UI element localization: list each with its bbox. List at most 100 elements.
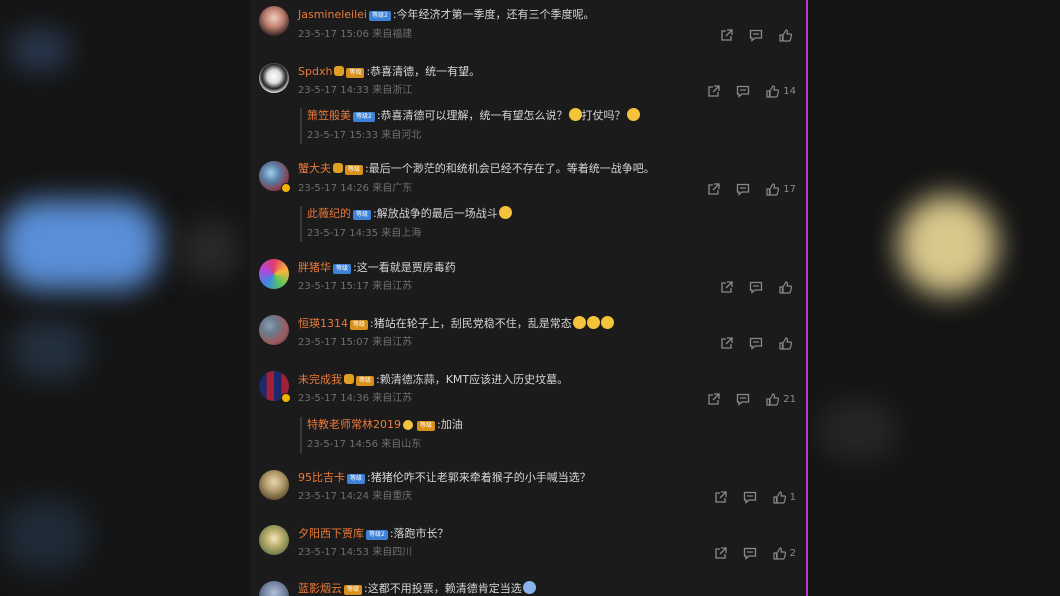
comment-meta: 23-5-17 14:36 来自江苏 [298, 393, 413, 404]
comment-meta: 23-5-17 15:17 来自江苏 [298, 281, 413, 292]
reply-button[interactable] [749, 281, 763, 294]
blurred-background-left [0, 0, 250, 596]
level-badge: 等级 [353, 210, 372, 220]
thumbs-up-icon [779, 28, 792, 42]
share-button[interactable] [714, 490, 727, 504]
username[interactable]: Spdxh [298, 65, 332, 78]
reply-button[interactable] [743, 491, 757, 504]
avatar[interactable] [259, 63, 289, 93]
comment-item: Spdxh 等级:恭喜清德，统一有望。 23-5-17 14:33 来自浙江 14… [250, 56, 806, 156]
avatar[interactable] [259, 315, 289, 345]
reply-meta: 23-5-17 15:33 来自河北 [307, 130, 422, 141]
share-icon [721, 280, 733, 293]
avatar[interactable] [259, 259, 289, 289]
comment-meta: 23-5-17 14:26 来自广东 [298, 183, 413, 194]
laugh-emoji-icon [600, 316, 614, 329]
reply-username[interactable]: 特教老师常林2019 [307, 418, 401, 431]
reply-bar [300, 417, 302, 453]
reply-username[interactable]: 此薇纪的 [307, 207, 351, 220]
username[interactable]: 蓝影烟云 [298, 582, 342, 595]
comment-meta: 23-5-17 15:06 来自福建 [298, 29, 413, 40]
comment-text: :今年经济才第一季度，还有三个季度呢。 [392, 8, 595, 21]
thumbs-up-icon [766, 182, 780, 196]
comment-meta: 23-5-17 14:33 来自浙江 [298, 85, 413, 96]
comment-text: :落跑市长？ [389, 527, 449, 540]
reply-button[interactable] [743, 547, 757, 560]
username[interactable]: Jasmineleilei [298, 8, 367, 21]
share-button[interactable] [720, 336, 733, 350]
comment-actions [720, 27, 796, 43]
smile-emoji-icon [626, 108, 640, 121]
reply-text: :恭喜清德可以理解，统一有望怎么说？ [376, 109, 568, 122]
level-badge: 等级2 [353, 112, 375, 122]
share-button[interactable] [707, 182, 720, 196]
comment-meta: 23-5-17 14:53 来自四川 [298, 547, 413, 558]
avatar[interactable] [259, 470, 289, 500]
comment-line: 95比吉卡 等级:猪猪伦咋不让老郭来牵着猴子的小手喊当选？ [298, 470, 591, 486]
comment-icon [743, 547, 756, 560]
comment-item: 恒瑛1314 等级:猪站在轮子上，刮民党稳不住，乱是常态 23-5-17 15:0… [250, 312, 806, 368]
share-icon [708, 84, 720, 97]
like-button[interactable]: 21 [766, 392, 796, 406]
username[interactable]: 胖猪华 [298, 261, 331, 274]
reply-username[interactable]: 箫笠般美 [307, 109, 351, 122]
share-button[interactable] [714, 546, 727, 560]
reply-button[interactable] [736, 183, 750, 196]
username[interactable]: 95比吉卡 [298, 471, 345, 484]
like-button[interactable] [779, 336, 796, 350]
share-button[interactable] [720, 280, 733, 294]
comment-text: :猪猪伦咋不让老郭来牵着猴子的小手喊当选？ [367, 471, 591, 484]
share-button[interactable] [720, 28, 733, 42]
avatar[interactable] [259, 525, 289, 555]
like-button[interactable]: 14 [766, 84, 796, 98]
thumbs-up-icon [779, 280, 792, 294]
share-button[interactable] [707, 84, 720, 98]
emoji-icon [522, 581, 536, 594]
comment-line: 恒瑛1314 等级:猪站在轮子上，刮民党稳不住，乱是常态 [298, 316, 614, 332]
share-button[interactable] [707, 392, 720, 406]
reply-button[interactable] [749, 29, 763, 42]
comment-actions [720, 335, 796, 351]
comment-text: :恭喜清德，统一有望。 [366, 65, 481, 78]
comment-text: :这一看就是贾房毒药 [353, 261, 456, 274]
like-button[interactable]: 1 [773, 490, 796, 504]
like-button[interactable] [779, 280, 796, 294]
comment-icon [749, 281, 763, 294]
blurred-background-right [808, 0, 1060, 596]
level-badge: 等级 [347, 474, 366, 484]
reply-line: 特教老师常林2019 等级:加油 [307, 417, 463, 433]
laugh-emoji-icon [572, 316, 586, 329]
comment-line: Jasmineleilei 等级2:今年经济才第一季度，还有三个季度呢。 [298, 7, 595, 23]
level-badge: 等级 [333, 264, 352, 274]
like-button[interactable] [779, 28, 796, 42]
comment-text: :这都不用投票，赖清德肯定当选 [364, 582, 522, 595]
avatar[interactable] [259, 581, 289, 596]
thumbs-up-icon [766, 392, 780, 406]
level-badge: 等级 [350, 320, 369, 330]
username[interactable]: 恒瑛1314 [298, 317, 348, 330]
reply-button[interactable] [736, 85, 750, 98]
like-button[interactable]: 2 [773, 546, 796, 560]
comment-icon [749, 29, 763, 42]
like-button[interactable]: 17 [766, 182, 796, 196]
username[interactable]: 夕阳西下贾库 [298, 527, 364, 540]
reply-button[interactable] [736, 393, 750, 406]
comment-actions: 21 [707, 391, 796, 407]
comment-line: 蓝影烟云 等级:这都不用投票，赖清德肯定当选 [298, 581, 536, 596]
avatar[interactable] [259, 6, 289, 36]
cat-emoji-icon [498, 206, 512, 219]
comment-icon [749, 337, 763, 350]
reply-meta: 23-5-17 14:35 来自上海 [307, 228, 422, 239]
level-badge: 等级 [344, 585, 363, 595]
like-count: 21 [783, 393, 796, 405]
username[interactable]: 未完成我 [298, 373, 342, 386]
comment-actions: 2 [714, 545, 796, 561]
username[interactable]: 蟹大夫 [298, 162, 331, 175]
reply-line: 箫笠般美 等级2:恭喜清德可以理解，统一有望怎么说？ 打仗吗？ [307, 108, 640, 124]
reply-button[interactable] [749, 337, 763, 350]
level-badge: 等级2 [369, 11, 391, 21]
comment-icon [737, 393, 750, 406]
comment-icon [737, 85, 750, 98]
level-badge: 等级 [345, 165, 364, 175]
comment-line: 胖猪华 等级:这一看就是贾房毒药 [298, 260, 456, 276]
